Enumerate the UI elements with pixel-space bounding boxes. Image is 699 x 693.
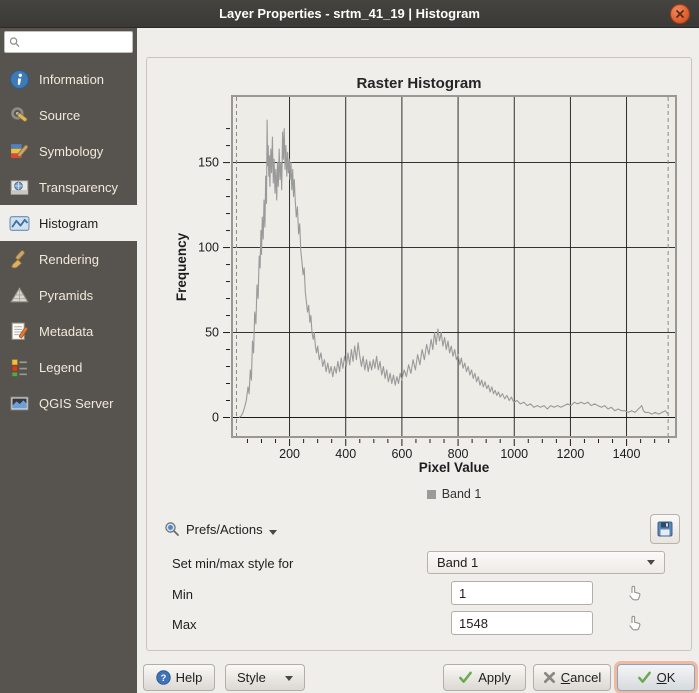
x-icon (543, 671, 556, 684)
sidebar-item-label: Histogram (39, 216, 98, 231)
search-icon (9, 36, 20, 48)
svg-text:?: ? (160, 673, 166, 683)
titlebar: Layer Properties - srtm_41_19 | Histogra… (0, 0, 699, 28)
x-axis-label: Pixel Value (232, 460, 676, 475)
sidebar-item-label: Legend (39, 360, 82, 375)
sidebar-item-label: Metadata (39, 324, 93, 339)
svg-text:50: 50 (205, 326, 219, 340)
sidebar-list: Information Source Symbol (0, 61, 137, 421)
svg-text:600: 600 (391, 447, 412, 461)
check-icon (458, 670, 473, 685)
search-input[interactable] (24, 34, 128, 50)
ok-button[interactable]: OK (617, 664, 695, 691)
sidebar-item-pyramids[interactable]: Pyramids (0, 277, 137, 313)
sidebar-item-label: Rendering (39, 252, 99, 267)
style-label: Style (237, 670, 266, 685)
sidebar-item-source[interactable]: Source (0, 97, 137, 133)
cancel-label: Cancel (561, 670, 601, 685)
legend-icon (8, 356, 30, 378)
transparency-icon (8, 176, 30, 198)
svg-text:800: 800 (448, 447, 469, 461)
chart-legend: Band 1 (232, 487, 676, 501)
legend-label-band1: Band 1 (442, 487, 482, 501)
sidebar-item-label: Symbology (39, 144, 103, 159)
sidebar-item-information[interactable]: Information (0, 61, 137, 97)
svg-text:100: 100 (198, 241, 219, 255)
svg-text:1000: 1000 (500, 447, 528, 461)
sidebar-item-label: Transparency (39, 180, 118, 195)
save-histogram-button[interactable] (650, 514, 680, 544)
min-pick-hand-icon[interactable] (626, 584, 644, 602)
legend-swatch-band1 (427, 490, 436, 499)
max-input[interactable] (451, 611, 593, 635)
prefs-actions-button[interactable]: Prefs/Actions (158, 517, 283, 541)
sidebar-item-symbology[interactable]: Symbology (0, 133, 137, 169)
sidebar-item-label: QGIS Server (39, 396, 113, 411)
sidebar-item-qgis-server[interactable]: QGIS Server (0, 385, 137, 421)
sidebar-item-rendering[interactable]: Rendering (0, 241, 137, 277)
sidebar: Information Source Symbol (0, 28, 137, 693)
sidebar-search[interactable] (4, 31, 133, 53)
min-input[interactable] (451, 581, 593, 605)
band-select-value: Band 1 (437, 555, 478, 570)
histogram-icon (8, 212, 30, 234)
apply-label: Apply (478, 670, 511, 685)
sidebar-item-metadata[interactable]: Metadata (0, 313, 137, 349)
help-button[interactable]: ? Help (143, 664, 215, 691)
svg-text:0: 0 (212, 411, 219, 425)
symbology-icon (8, 140, 30, 162)
wrench-icon (8, 104, 30, 126)
close-icon (675, 9, 685, 19)
sidebar-item-label: Information (39, 72, 104, 87)
server-icon (8, 392, 30, 414)
max-label: Max (172, 617, 197, 632)
max-pick-hand-icon[interactable] (626, 614, 644, 632)
svg-text:400: 400 (335, 447, 356, 461)
pyramids-icon (8, 284, 30, 306)
chevron-down-icon (269, 530, 277, 535)
svg-text:Frequency: Frequency (174, 232, 189, 301)
set-minmax-label: Set min/max style for (172, 556, 293, 571)
save-icon (656, 520, 674, 538)
svg-text:1400: 1400 (613, 447, 641, 461)
metadata-icon (8, 320, 30, 342)
svg-text:200: 200 (279, 447, 300, 461)
svg-text:1200: 1200 (556, 447, 584, 461)
close-button[interactable] (670, 4, 690, 24)
ok-label: OK (657, 670, 676, 685)
sidebar-item-histogram[interactable]: Histogram (0, 205, 137, 241)
raster-histogram-chart[interactable]: 200 400 600 800 1000 1200 1400 0 50 100 150 Frequen… (159, 92, 694, 464)
sidebar-item-legend[interactable]: Legend (0, 349, 137, 385)
sidebar-item-transparency[interactable]: Transparency (0, 169, 137, 205)
brush-icon (8, 248, 30, 270)
check-icon (637, 670, 652, 685)
svg-text:150: 150 (198, 156, 219, 170)
help-icon: ? (156, 670, 171, 685)
prefs-magnifier-icon (164, 521, 180, 537)
window-title: Layer Properties - srtm_41_19 | Histogra… (219, 6, 480, 21)
band-select[interactable]: Band 1 (427, 551, 665, 574)
cancel-button[interactable]: Cancel (533, 664, 611, 691)
style-button[interactable]: Style (225, 664, 305, 691)
apply-button[interactable]: Apply (443, 664, 526, 691)
sidebar-item-label: Pyramids (39, 288, 93, 303)
help-label: Help (176, 670, 203, 685)
chevron-down-icon (285, 676, 293, 681)
info-icon (8, 68, 30, 90)
chart-title: Raster Histogram (146, 75, 692, 92)
prefs-actions-label: Prefs/Actions (186, 522, 263, 537)
chevron-down-icon (647, 560, 655, 565)
min-label: Min (172, 587, 193, 602)
sidebar-item-label: Source (39, 108, 80, 123)
